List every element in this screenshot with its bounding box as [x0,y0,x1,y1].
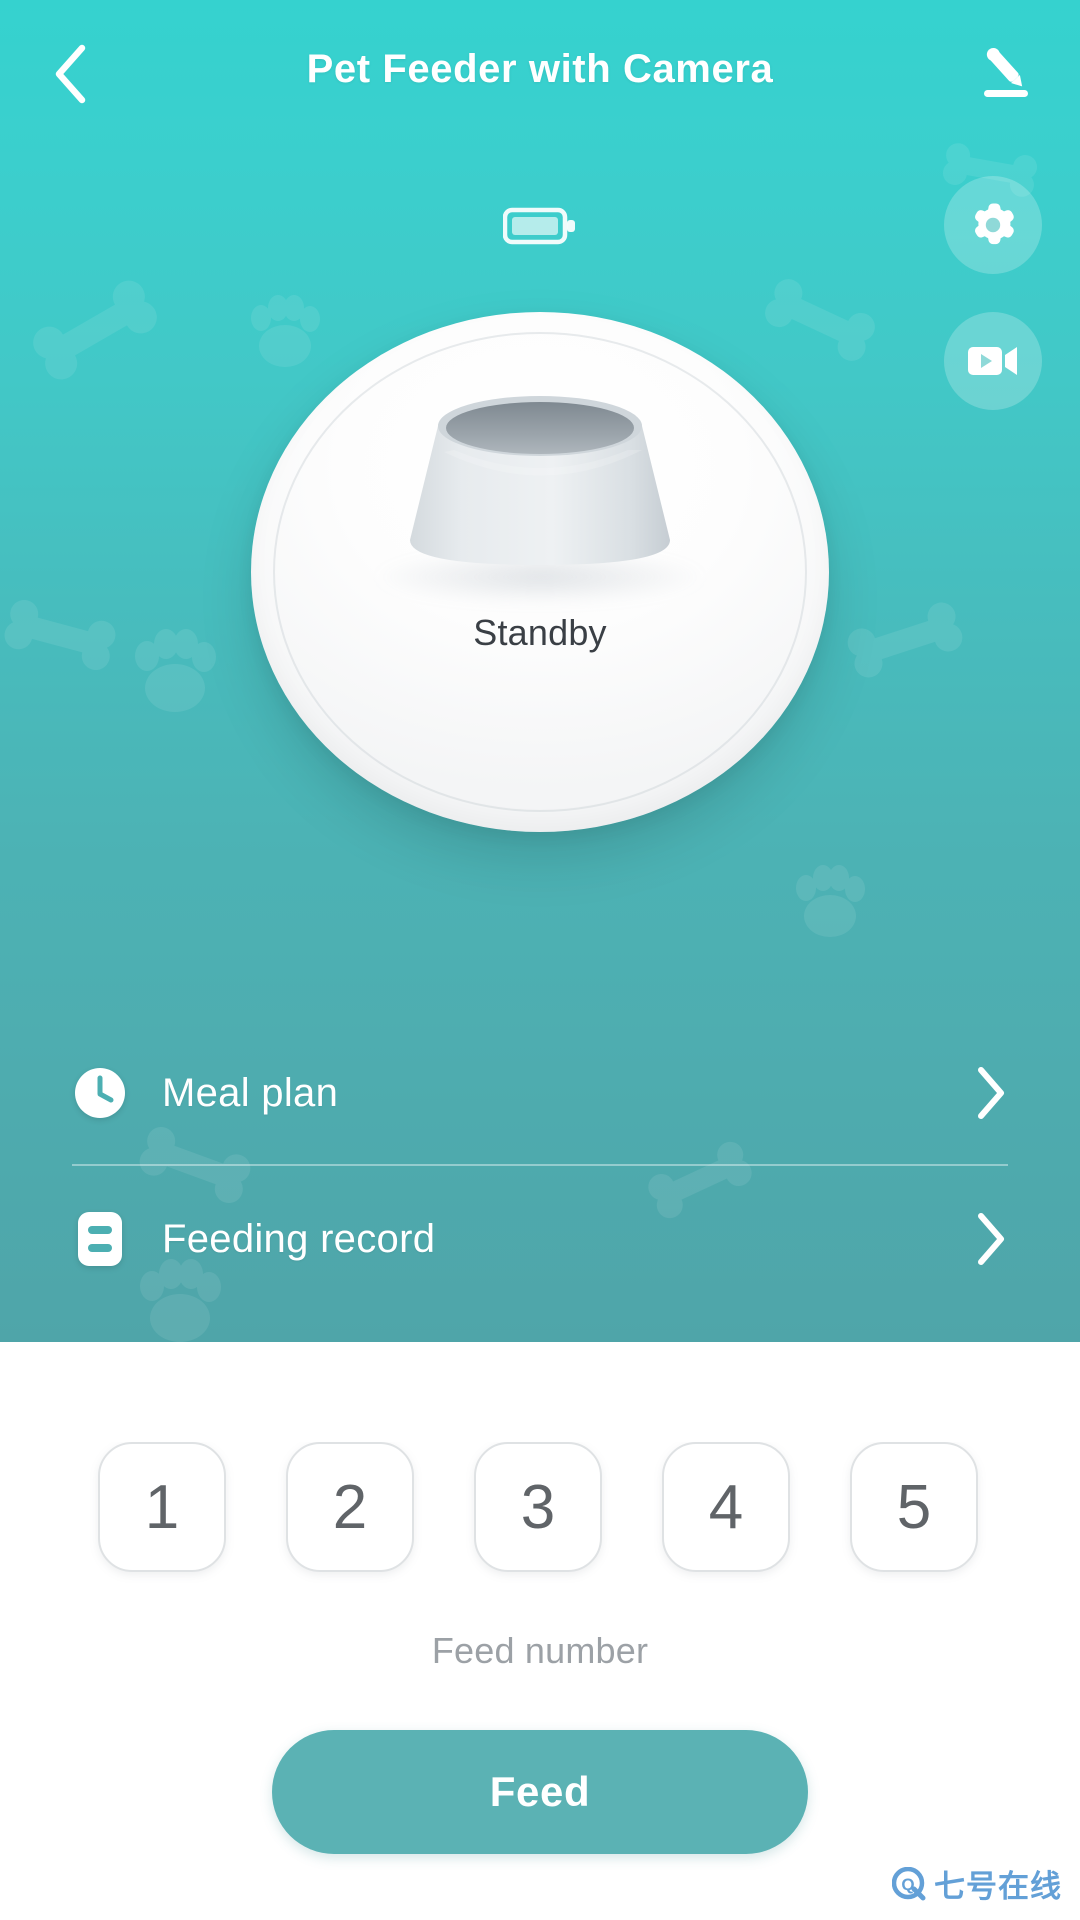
battery-full-icon [502,207,575,245]
back-button[interactable] [30,34,110,114]
watermark: Q 七号在线 [892,1861,1062,1906]
feed-number-option-4[interactable]: 4 [662,1442,790,1572]
chevron-right-icon [974,1211,1008,1267]
feed-number-option-2[interactable]: 2 [286,1442,414,1572]
chevron-left-icon [55,44,86,104]
hero-panel: Pet Feeder with Camera Standby Meal plan… [0,0,1080,1342]
feed-control-panel: 1 2 3 4 5 Feed number Feed [0,1342,1080,1920]
camera-button[interactable] [944,312,1042,410]
clock-icon [72,1065,128,1121]
feed-button[interactable]: Feed [272,1730,808,1854]
feed-number-option-5[interactable]: 5 [850,1442,978,1572]
device-illustration: Standby [251,312,829,832]
page-title: Pet Feeder with Camera [306,46,774,91]
chevron-right-icon [974,1065,1008,1121]
feed-number-scroller[interactable]: 1 2 3 4 5 [0,1442,1080,1588]
menu-item-label: Feeding record [162,1216,436,1261]
feed-number-option-1[interactable]: 1 [98,1442,226,1572]
feeder-bowl [410,396,670,565]
edit-device-button[interactable] [964,32,1048,116]
video-camera-icon [968,347,1017,375]
svg-text:Q: Q [901,1875,914,1894]
pet-feeder-screen: Pet Feeder with Camera Standby Meal plan… [0,0,1080,1920]
device-status-text: Standby [473,612,607,653]
menu-item-feeding-record[interactable]: Feeding record [0,1166,1080,1312]
menu-item-meal-plan[interactable]: Meal plan [0,1020,1080,1166]
menu-item-label: Meal plan [162,1070,339,1115]
app-header: Pet Feeder with Camera [0,0,1080,138]
gear-icon [975,203,1014,245]
side-action-group [944,176,1042,410]
battery-indicator [502,205,577,252]
settings-button[interactable] [944,176,1042,274]
watermark-text: 七号在线 [934,1869,1062,1904]
feature-menu: Meal plan Feeding record [0,1020,1080,1312]
q-circle-icon: Q [892,1866,926,1900]
feed-number-label: Feed number [431,1630,649,1671]
pencil-edit-icon [984,47,1028,97]
record-list-icon [72,1211,128,1267]
feed-number-option-3[interactable]: 3 [474,1442,602,1572]
